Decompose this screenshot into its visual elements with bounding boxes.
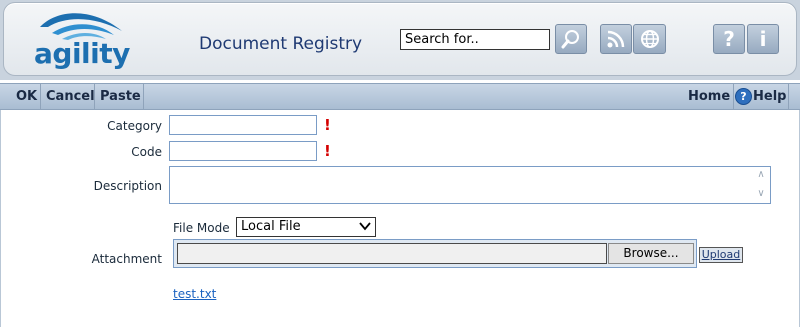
rss-icon [607,30,625,48]
category-field[interactable] [169,115,317,135]
browse-button[interactable]: Browse... [608,243,694,264]
app-header: agility Document Registry ? i [0,0,800,80]
chevron-down-icon [359,222,371,231]
cancel-button[interactable]: Cancel [42,84,99,109]
file-path-field[interactable] [177,243,607,264]
logo-text: agility [34,37,130,70]
rss-button[interactable] [600,24,632,54]
toolbar-divider [788,84,789,109]
help-link-label: Help [753,89,787,104]
description-field[interactable] [169,166,771,204]
code-field[interactable] [169,141,317,161]
document-form: Category ! Code ! Description ∧ ∨ File M… [0,110,800,327]
globe-icon [640,30,659,48]
file-upload-control: Browse... [173,239,697,268]
help-link[interactable]: ? Help [735,84,790,109]
category-label: Category [107,119,162,133]
required-marker: ! [324,116,331,134]
search-button[interactable] [555,24,587,54]
info-button[interactable]: i [747,24,779,54]
file-mode-label: File Mode [173,221,230,235]
home-link[interactable]: Home [684,84,734,109]
description-label: Description [93,179,162,193]
agility-logo: agility [22,9,142,71]
toolbar-divider [143,84,144,109]
toolbar-divider [94,84,95,109]
paste-button[interactable]: Paste [96,84,145,109]
help-circle-icon: ? [735,88,752,105]
attached-file-link[interactable]: test.txt [173,287,216,301]
file-mode-value: Local File [241,219,301,234]
code-label: Code [131,145,162,159]
ok-button[interactable]: OK [12,84,41,109]
question-icon: ? [723,27,735,51]
info-icon: i [759,27,767,51]
globe-button[interactable] [633,24,666,54]
attachment-label: Attachment [91,252,162,266]
help-button[interactable]: ? [713,24,745,54]
magnifier-icon [561,30,579,49]
page-title: Document Registry [199,34,363,54]
required-marker: ! [324,142,331,160]
search-input[interactable] [400,29,550,50]
toolbar-divider [40,84,41,109]
upload-button[interactable]: Upload [699,247,743,263]
scroll-down-icon[interactable]: ∨ [754,187,768,201]
command-toolbar: OK Cancel Paste Home ? Help [0,83,800,110]
scroll-up-icon[interactable]: ∧ [754,168,768,182]
file-mode-select[interactable]: Local File [236,217,376,237]
